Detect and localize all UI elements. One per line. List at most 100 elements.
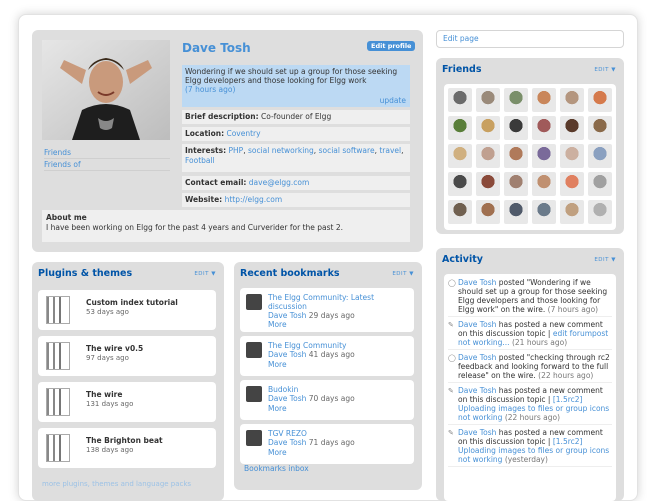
bookmark-title[interactable]: Budokin	[268, 385, 408, 394]
plugin-age: 97 days ago	[86, 354, 129, 362]
location-value[interactable]: Coventry	[226, 129, 260, 138]
friend-avatar[interactable]	[532, 116, 556, 140]
friend-avatar[interactable]	[560, 172, 584, 196]
plugin-item[interactable]: The wire v0.5 97 days ago	[38, 336, 216, 376]
avatar[interactable]	[42, 40, 170, 140]
plugin-name[interactable]: Custom index tutorial	[86, 298, 178, 307]
bookmark-author[interactable]: Dave Tosh	[268, 438, 306, 447]
interest-tag[interactable]: social software	[319, 146, 375, 155]
activity-list: ◯ Dave Tosh posted "Wondering if we shou…	[444, 274, 616, 501]
bookmark-author[interactable]: Dave Tosh	[268, 311, 306, 320]
brief-label: Brief description:	[185, 112, 259, 121]
friend-avatar[interactable]	[504, 116, 528, 140]
interest-tag[interactable]: Football	[185, 156, 215, 165]
bookmark-user-icon	[246, 342, 262, 358]
friend-avatar[interactable]	[476, 116, 500, 140]
friend-avatar[interactable]	[448, 144, 472, 168]
friend-avatar[interactable]	[448, 88, 472, 112]
friend-avatar[interactable]	[560, 88, 584, 112]
activity-user[interactable]: Dave Tosh	[458, 386, 496, 395]
bookmark-age: 41 days ago	[308, 350, 355, 359]
friend-avatar[interactable]	[476, 144, 500, 168]
bookmark-author[interactable]: Dave Tosh	[268, 350, 306, 359]
profile-name[interactable]: Dave Tosh	[182, 41, 251, 55]
plugin-item[interactable]: The Brighton beat 138 days ago	[38, 428, 216, 468]
bookmark-age: 29 days ago	[308, 311, 355, 320]
bookmark-more-link[interactable]: More	[268, 404, 287, 413]
email-value[interactable]: dave@elgg.com	[249, 178, 310, 187]
activity-user[interactable]: Dave Tosh	[458, 278, 496, 287]
activity-edit-button[interactable]: EDIT ▼	[594, 257, 616, 263]
bookmark-more-link[interactable]: More	[268, 448, 287, 457]
friend-avatar[interactable]	[504, 200, 528, 224]
activity-time: (7 hours ago)	[547, 305, 599, 314]
friend-avatar[interactable]	[448, 172, 472, 196]
bookmark-title[interactable]: The Elgg Community: Latest discussion	[268, 293, 408, 311]
plugin-name[interactable]: The wire	[86, 390, 122, 399]
activity-user[interactable]: Dave Tosh	[458, 353, 496, 362]
profile-side-links: Friends Friends of	[44, 147, 170, 171]
friend-avatar[interactable]	[588, 88, 612, 112]
bookmark-title[interactable]: TGV REZO	[268, 429, 408, 438]
friends-edit-button[interactable]: EDIT ▼	[594, 67, 616, 73]
more-plugins-link[interactable]: more plugins, themes and language packs	[42, 480, 202, 489]
friend-avatar[interactable]	[448, 200, 472, 224]
friend-avatar[interactable]	[588, 116, 612, 140]
friend-avatar[interactable]	[560, 116, 584, 140]
friend-avatar[interactable]	[476, 88, 500, 112]
brief-description-field: Brief description: Co-founder of Elgg	[182, 110, 410, 124]
friends-of-link[interactable]: Friends of	[44, 159, 170, 171]
friend-avatar[interactable]	[504, 144, 528, 168]
activity-user[interactable]: Dave Tosh	[458, 320, 496, 329]
interest-tag[interactable]: PHP	[229, 146, 244, 155]
bookmarks-inbox-link[interactable]: Bookmarks inbox	[244, 464, 309, 473]
friend-avatar[interactable]	[504, 88, 528, 112]
friend-avatar[interactable]	[532, 144, 556, 168]
friend-avatar[interactable]	[448, 116, 472, 140]
friend-avatar[interactable]	[588, 172, 612, 196]
interest-tag[interactable]: social networking	[248, 146, 314, 155]
friend-avatar[interactable]	[504, 172, 528, 196]
friend-avatar[interactable]	[476, 172, 500, 196]
friends-link[interactable]: Friends	[44, 147, 170, 159]
interest-tag[interactable]: travel	[379, 146, 401, 155]
plugin-name[interactable]: The wire v0.5	[86, 344, 143, 353]
bookmark-title[interactable]: The Elgg Community	[268, 341, 408, 350]
friend-avatar[interactable]	[532, 88, 556, 112]
plugin-item[interactable]: Custom index tutorial 53 days ago	[38, 290, 216, 330]
edit-profile-button[interactable]: Edit profile	[367, 41, 416, 51]
plugin-age: 131 days ago	[86, 400, 134, 408]
friend-avatar[interactable]	[588, 200, 612, 224]
edit-page-button[interactable]: Edit page	[436, 30, 624, 48]
bookmark-more-link[interactable]: More	[268, 320, 287, 329]
bookmark-more-link[interactable]: More	[268, 360, 287, 369]
activity-item: ◯ Dave Tosh posted "Wondering if we shou…	[448, 278, 612, 317]
discussion-icon: ✎	[448, 429, 454, 437]
location-label: Location:	[185, 129, 225, 138]
friends-title: Friends	[442, 64, 482, 75]
bookmarks-edit-button[interactable]: EDIT ▼	[392, 271, 414, 277]
status-update-link[interactable]: update	[380, 96, 406, 105]
contact-email-field: Contact email: dave@elgg.com	[182, 176, 410, 190]
plugin-icon	[46, 342, 70, 370]
plugin-name[interactable]: The Brighton beat	[86, 436, 163, 445]
bookmark-item: The Elgg Community Dave Tosh 41 days ago…	[240, 336, 414, 376]
bookmark-user-icon	[246, 294, 262, 310]
friend-avatar[interactable]	[560, 200, 584, 224]
friend-avatar[interactable]	[588, 144, 612, 168]
speech-bubble-icon: ◯	[448, 279, 456, 287]
activity-user[interactable]: Dave Tosh	[458, 428, 496, 437]
friend-avatar[interactable]	[560, 144, 584, 168]
activity-time: (21 hours ago)	[511, 338, 568, 347]
status-text: Wondering if we should set up a group fo…	[185, 67, 398, 85]
friend-avatar[interactable]	[532, 200, 556, 224]
bookmark-author[interactable]: Dave Tosh	[268, 394, 306, 403]
plugins-edit-button[interactable]: EDIT ▼	[194, 271, 216, 277]
discussion-icon: ✎	[448, 387, 454, 395]
website-value[interactable]: http://elgg.com	[225, 195, 283, 204]
bookmark-meta: Dave Tosh 41 days ago	[268, 350, 355, 359]
friend-avatar[interactable]	[532, 172, 556, 196]
friend-avatar[interactable]	[476, 200, 500, 224]
bookmark-age: 70 days ago	[308, 394, 355, 403]
plugin-item[interactable]: The wire 131 days ago	[38, 382, 216, 422]
